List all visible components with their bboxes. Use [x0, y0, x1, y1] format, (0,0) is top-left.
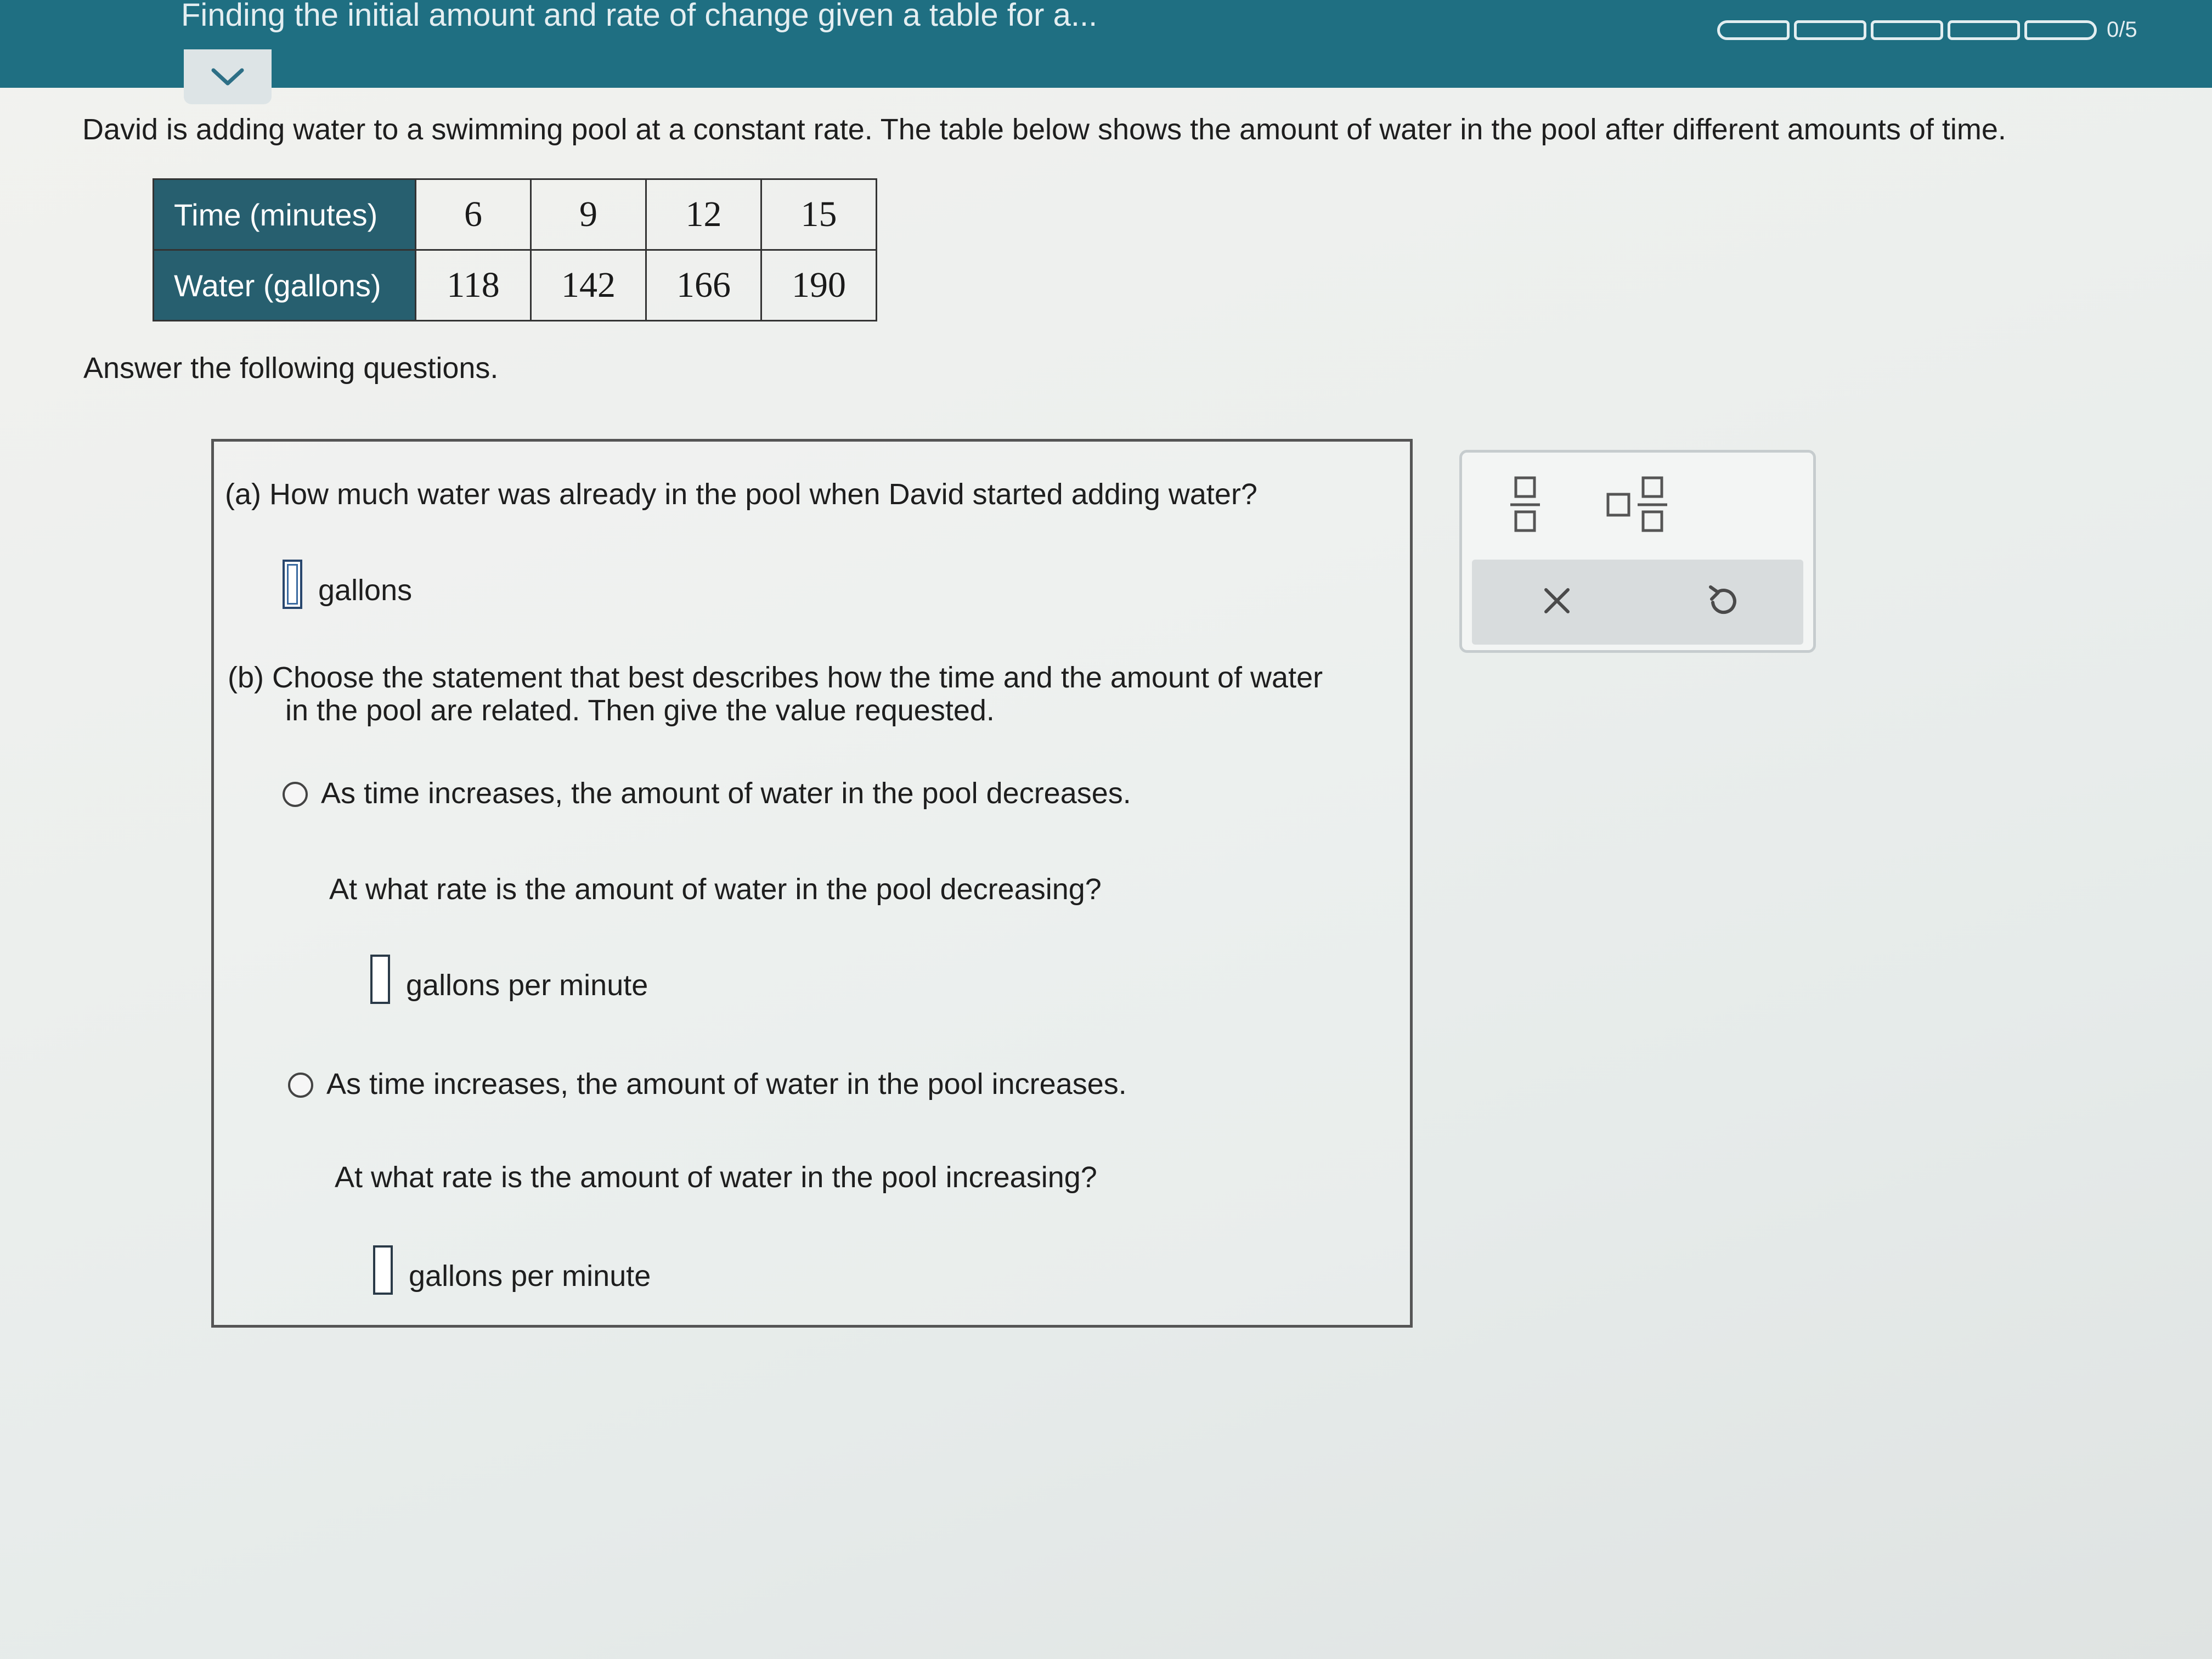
progress-count: 0/5 — [2107, 18, 2137, 42]
undo-icon — [1709, 585, 1736, 614]
part-a-unit: gallons — [318, 574, 413, 607]
clear-button[interactable] — [1541, 584, 1573, 620]
math-tool-panel — [1459, 450, 1816, 653]
progress-segment — [1871, 20, 1943, 40]
table-cell: 190 — [760, 249, 877, 321]
mixed-number-button[interactable] — [1605, 475, 1671, 538]
question-box: (a) How much water was already in the po… — [211, 439, 1413, 1328]
part-b-question: (b) Choose the statement that best descr… — [228, 661, 1323, 727]
table-cell: 12 — [645, 178, 762, 251]
table-cell: 166 — [645, 249, 762, 321]
tool-action-row — [1472, 560, 1803, 645]
option-decreases-radio[interactable] — [283, 782, 308, 807]
progress-segment — [2024, 20, 2097, 40]
chevron-down-icon — [211, 68, 244, 86]
row-header-water: Water (gallons) — [153, 249, 416, 321]
progress-segment — [1794, 20, 1866, 40]
clear-icon — [1544, 588, 1570, 613]
decreasing-rate-question: At what rate is the amount of water in t… — [329, 873, 1102, 906]
part-a-answer-input[interactable] — [283, 560, 302, 609]
part-a-question: (a) How much water was already in the po… — [225, 478, 1257, 511]
progress-segment — [1717, 20, 1790, 40]
table-row: Time (minutes) 6 9 12 15 — [153, 178, 877, 251]
fraction-icon — [1510, 476, 1540, 532]
instructions: Answer the following questions. — [83, 352, 499, 385]
table-cell: 9 — [530, 178, 647, 251]
undo-button[interactable] — [1705, 583, 1741, 622]
increasing-rate-unit: gallons per minute — [409, 1260, 651, 1293]
table-row: Water (gallons) 118 142 166 190 — [153, 249, 877, 321]
table-cell: 6 — [415, 178, 532, 251]
increasing-rate-question: At what rate is the amount of water in t… — [335, 1161, 1097, 1194]
progress-segment — [1948, 20, 2020, 40]
progress-bar: 0/5 — [1717, 18, 2137, 42]
decreasing-rate-unit: gallons per minute — [406, 969, 648, 1002]
fraction-button[interactable] — [1506, 475, 1544, 538]
page-title: Finding the initial amount and rate of c… — [181, 0, 1098, 33]
collapse-header-button[interactable] — [184, 49, 272, 104]
increasing-rate-input[interactable] — [373, 1245, 393, 1295]
option-increases-label[interactable]: As time increases, the amount of water i… — [326, 1067, 1127, 1101]
problem-prompt: David is adding water to a swimming pool… — [82, 113, 2006, 146]
option-decreases-label[interactable]: As time increases, the amount of water i… — [321, 776, 1131, 810]
row-header-time: Time (minutes) — [153, 178, 416, 251]
option-increases-radio[interactable] — [288, 1073, 313, 1098]
top-bar: Finding the initial amount and rate of c… — [0, 0, 2212, 88]
table-cell: 142 — [530, 249, 647, 321]
table-cell: 118 — [415, 249, 532, 321]
mixed-number-icon — [1606, 476, 1667, 532]
decreasing-rate-input[interactable] — [370, 955, 390, 1004]
table-cell: 15 — [760, 178, 877, 251]
data-table: Time (minutes) 6 9 12 15 Water (gallons)… — [153, 178, 877, 321]
